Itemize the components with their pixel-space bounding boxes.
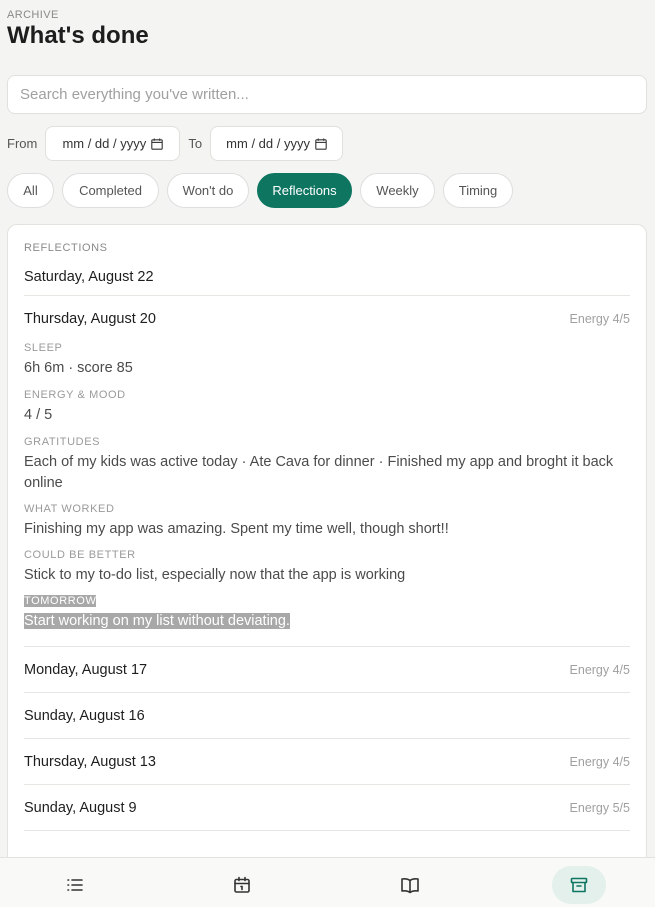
what-worked-text: Finishing my app was amazing. Spent my t… [24, 521, 449, 537]
reflection-entry[interactable]: Saturday, August 22 [24, 258, 630, 296]
filter-wont-do[interactable]: Won't do [167, 173, 249, 208]
nav-calendar-button[interactable] [215, 866, 269, 904]
reflection-entry[interactable]: Thursday, August 20 Energy 4/5 [24, 296, 630, 342]
from-date-value: mm / dd / yyyy [62, 136, 147, 151]
energy-text: 4 / 5 [24, 407, 53, 423]
entry-date: Monday, August 17 [24, 661, 148, 678]
filter-timing[interactable]: Timing [443, 173, 513, 208]
search-box[interactable] [7, 75, 647, 114]
entry-energy: Energy 4/5 [569, 662, 630, 677]
filter-weekly[interactable]: Weekly [360, 173, 435, 208]
calendar-icon[interactable] [151, 138, 163, 150]
filter-reflections[interactable]: Reflections [257, 173, 352, 208]
nav-journal-button[interactable] [383, 866, 437, 904]
page-title: What's done [7, 22, 149, 49]
what-worked-label: WHAT WORKED [24, 503, 115, 515]
search-input[interactable] [20, 86, 646, 103]
gratitudes-text: Each of my kids was active today · Ate C… [24, 454, 614, 491]
entry-date: Sunday, August 16 [24, 707, 145, 724]
reflection-entry[interactable]: Monday, August 17 Energy 4/5 [24, 647, 630, 693]
from-date-input[interactable]: mm / dd / yyyy [45, 126, 181, 161]
gratitudes-label: GRATITUDES [24, 436, 101, 448]
to-date-value: mm / dd / yyyy [226, 136, 310, 151]
reflection-entry-expanded: Thursday, August 20 Energy 4/5 SLEEP 6h … [24, 296, 630, 647]
tomorrow-label: TOMORROW [24, 595, 97, 607]
entry-date: Thursday, August 13 [24, 753, 156, 770]
reflections-heading: REFLECTIONS [24, 242, 108, 254]
filter-completed[interactable]: Completed [62, 173, 159, 208]
entry-energy: Energy 4/5 [569, 312, 630, 326]
nav-list-button[interactable] [48, 866, 102, 904]
reflections-card: REFLECTIONS Saturday, August 22 Thursday… [7, 224, 647, 907]
reflection-entry[interactable]: Sunday, August 9 Energy 5/5 [24, 785, 630, 831]
to-date-input[interactable]: mm / dd / yyyy [210, 126, 344, 161]
entry-date: Thursday, August 20 [24, 311, 156, 327]
tomorrow-text: Start working on my list without deviati… [24, 613, 290, 629]
bottom-nav [0, 857, 655, 907]
reflection-entry[interactable]: Thursday, August 13 Energy 4/5 [24, 739, 630, 785]
filter-chips: All Completed Won't do Reflections Weekl… [7, 173, 513, 208]
from-label: From [7, 136, 38, 151]
to-label: To [188, 136, 203, 151]
eyebrow: ARCHIVE [7, 9, 59, 21]
date-range: From mm / dd / yyyy To mm / dd / yyyy [7, 126, 344, 161]
filter-all[interactable]: All [7, 173, 54, 208]
reflection-entry[interactable]: Sunday, August 16 [24, 693, 630, 739]
entry-energy: Energy 5/5 [569, 800, 630, 815]
calendar-icon [234, 876, 250, 893]
list-icon [67, 879, 83, 891]
could-be-better-text: Stick to my to-do list, especially now t… [24, 567, 406, 583]
entry-date: Sunday, August 9 [24, 799, 137, 816]
entry-date: Saturday, August 22 [24, 268, 154, 285]
could-be-better-label: COULD BE BETTER [24, 549, 136, 561]
nav-archive-button[interactable] [552, 866, 606, 904]
energy-label: ENERGY & MOOD [24, 389, 126, 401]
sleep-text: 6h 6m · score 85 [24, 360, 133, 376]
book-icon [401, 878, 419, 894]
entry-energy: Energy 4/5 [569, 754, 630, 769]
archive-icon [570, 877, 588, 893]
sleep-label: SLEEP [24, 342, 63, 354]
calendar-icon[interactable] [315, 138, 327, 150]
